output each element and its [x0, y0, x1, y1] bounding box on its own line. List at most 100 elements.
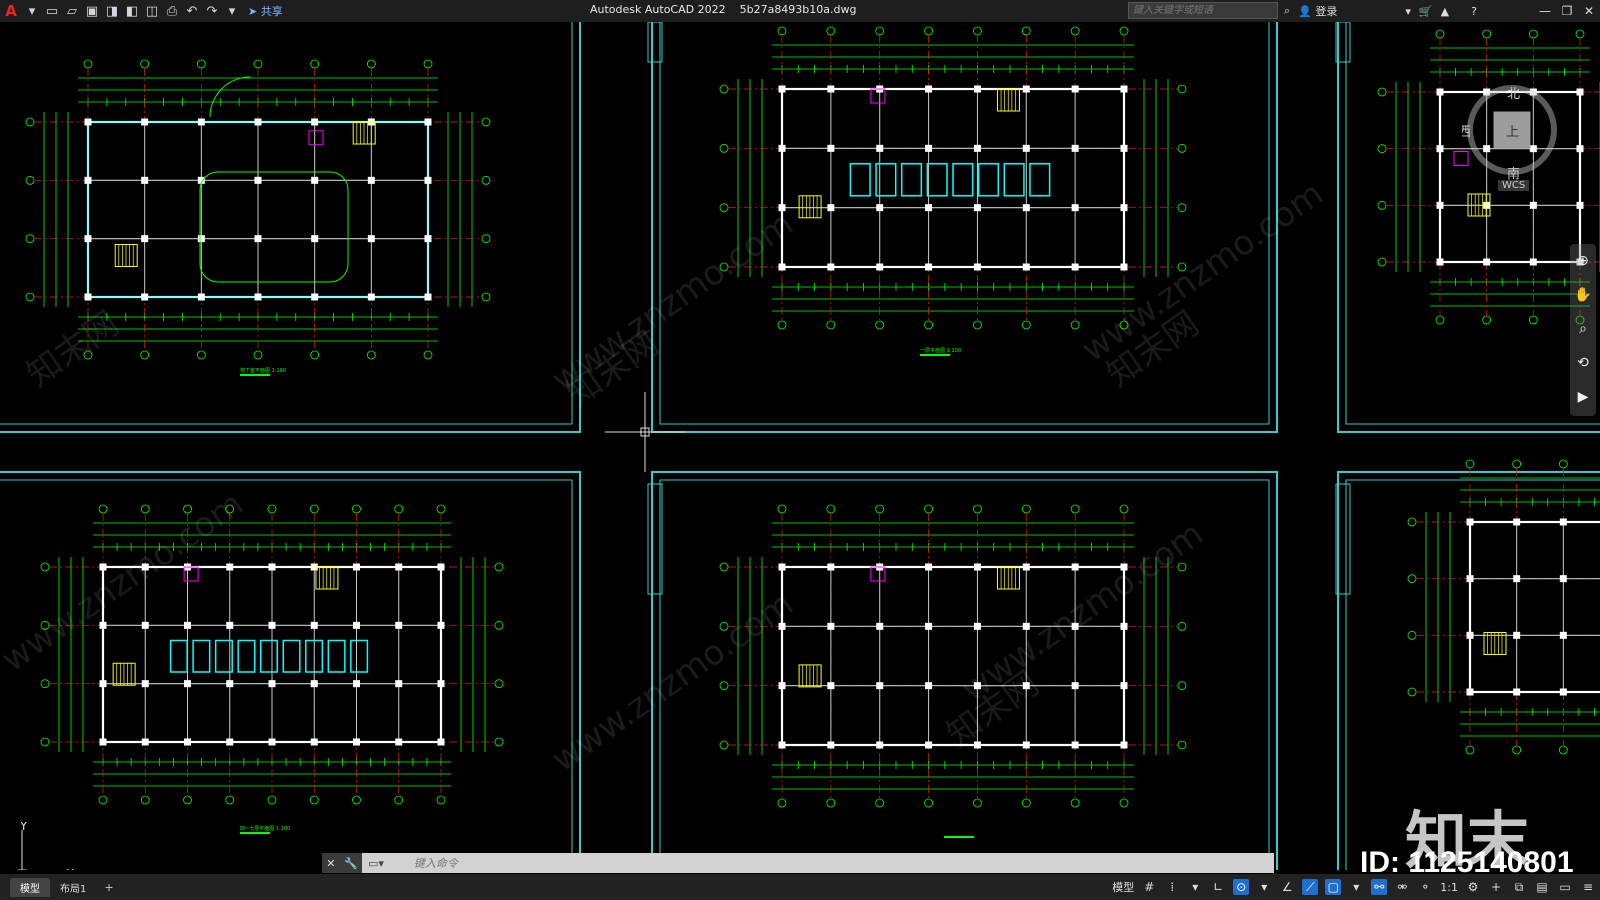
structural-column [84, 293, 92, 301]
help-icon[interactable]: ? [1471, 5, 1477, 18]
structural-column [827, 263, 835, 271]
axis-bubble [481, 292, 491, 302]
clean-screen-icon[interactable]: ▭ [1557, 879, 1573, 895]
axis-bubble [267, 504, 277, 514]
room-fixture [1003, 163, 1025, 197]
axis-bubble [875, 798, 885, 808]
redo-icon[interactable]: ↷ [202, 0, 222, 22]
wrench-icon[interactable]: 🔧 [344, 857, 358, 870]
structural-column [254, 235, 262, 243]
window-title: Autodesk AutoCAD 2022 5b27a8493b10a.dwg [590, 3, 857, 16]
snap-icon[interactable]: ⁞ [1164, 879, 1180, 895]
structural-column [424, 118, 432, 126]
pan-icon[interactable]: ✋ [1570, 278, 1596, 312]
undo-icon[interactable]: ↶ [182, 0, 202, 22]
structural-column [973, 204, 981, 212]
minimize-icon[interactable]: — [1534, 0, 1556, 22]
structural-column [367, 293, 375, 301]
object-snap-chevron-icon[interactable]: ▾ [1348, 879, 1364, 895]
axis-bubble [494, 620, 504, 630]
plus-icon[interactable]: + [1488, 879, 1504, 895]
structural-column [1483, 201, 1491, 209]
command-input[interactable] [383, 856, 1274, 870]
infer-constraints-icon[interactable]: ∟ [1210, 879, 1226, 895]
ortho-icon[interactable]: ▾ [1256, 879, 1272, 895]
add-layout-icon[interactable]: + [96, 881, 121, 894]
axis-bubble [436, 795, 446, 805]
cart-icon[interactable]: 🛒 [1419, 5, 1433, 18]
search-icon[interactable]: ⌕ [1284, 4, 1290, 18]
auto-scale-icon[interactable]: ⚮ [1394, 879, 1410, 895]
structural-column [141, 563, 149, 571]
grid-icon[interactable]: # [1141, 879, 1157, 895]
tab-model[interactable]: 模型 [10, 877, 50, 897]
save-as-icon[interactable]: ◨ [102, 0, 122, 22]
axis-bubble [310, 59, 320, 69]
structural-column [437, 621, 445, 629]
restore-icon[interactable]: ❐ [1556, 0, 1578, 22]
snap-chevron-icon[interactable]: ▾ [1187, 879, 1203, 895]
room-fixture [1029, 163, 1051, 197]
structural-column [99, 738, 107, 746]
quick-properties-icon[interactable]: ▤ [1534, 879, 1550, 895]
axis-bubble [1177, 203, 1187, 213]
units-icon[interactable]: ⧉ [1511, 879, 1527, 895]
axis-bubble [777, 504, 787, 514]
login-chevron-icon[interactable]: ▾ [1405, 5, 1411, 18]
isometric-icon[interactable]: ⟋ [1302, 879, 1319, 895]
scale-value[interactable]: 1:1 [1440, 881, 1458, 894]
save-icon[interactable]: ▣ [82, 0, 102, 22]
structural-column [226, 738, 234, 746]
customize-icon[interactable]: ▾ [222, 0, 242, 22]
axis-bubble [1435, 315, 1445, 325]
close-icon[interactable]: ✕ [326, 857, 335, 870]
plan-basement [25, 59, 491, 360]
wcs-menu[interactable]: WCS [1498, 180, 1530, 191]
open-web-icon[interactable]: ◧ [122, 0, 142, 22]
autocad-window: A ▾ ▭ ▱ ▣ ◨ ◧ ◫ ⎙ ↶ ↷ ▾ ➤ 共享 Autodesk Au… [0, 0, 1600, 900]
axis-bubble [1575, 29, 1585, 39]
structural-column [876, 682, 884, 690]
dynamic-input-icon[interactable]: ⊙ [1233, 879, 1250, 895]
polar-tracking-icon[interactable]: ∠ [1279, 879, 1295, 895]
autodesk-account-icon[interactable]: ▲ [1441, 5, 1449, 18]
app-name: Autodesk AutoCAD 2022 [590, 3, 726, 16]
steering-wheel-icon[interactable]: ⊕ [1570, 244, 1596, 278]
annotation-scale-icon[interactable]: ⚬ [1417, 879, 1433, 895]
autocad-logo-icon[interactable]: A [0, 2, 22, 20]
structural-column [1120, 263, 1128, 271]
help-search-input[interactable] [1128, 2, 1278, 19]
structural-column [876, 204, 884, 212]
structural-column [310, 680, 318, 688]
model-space-canvas[interactable]: 地下室平面图 1:100 一层平面图 1:100 四~七层平面图 1:100 www… [0, 22, 1600, 870]
axis-bubble [1512, 745, 1522, 755]
model-space-toggle[interactable]: 模型 [1112, 879, 1134, 895]
customize-menu-icon[interactable]: ≡ [1580, 879, 1596, 895]
annotation-visibility-icon[interactable]: ⚯ [1371, 879, 1388, 895]
command-line-handle[interactable]: ✕ 🔧 [322, 853, 362, 873]
print-icon[interactable]: ⎙ [162, 0, 182, 22]
tab-layout1[interactable]: 布局1 [50, 878, 96, 897]
axis-bubble [423, 350, 433, 360]
open-icon[interactable]: ▱ [62, 0, 82, 22]
object-snap-tracking-icon[interactable]: ▢ [1325, 879, 1342, 895]
structural-column [973, 741, 981, 749]
app-menu-chevron-icon[interactable]: ▾ [22, 0, 42, 22]
gear-icon[interactable]: ⚙ [1465, 879, 1481, 895]
new-icon[interactable]: ▭ [42, 0, 62, 22]
recent-commands-icon[interactable]: ▭▾ [368, 857, 384, 870]
file-name: 5b27a8493b10a.dwg [739, 3, 857, 16]
save-web-icon[interactable]: ◫ [142, 0, 162, 22]
axis-bubble [719, 84, 729, 94]
orbit-icon[interactable]: ⟲ [1570, 346, 1596, 380]
structural-column [1576, 201, 1584, 209]
zoom-extents-icon[interactable]: ⌕ [1570, 312, 1596, 346]
structural-column [197, 293, 205, 301]
viewcube[interactable]: 北 西 上 南 WCS [1462, 80, 1562, 191]
structural-column [778, 144, 786, 152]
close-icon[interactable]: ✕ [1578, 0, 1600, 22]
showmotion-icon[interactable]: ▶ [1570, 380, 1596, 414]
login-button[interactable]: 👤 登录 [1298, 3, 1337, 19]
axis-bubble [140, 59, 150, 69]
share-button[interactable]: ➤ 共享 [248, 3, 283, 19]
